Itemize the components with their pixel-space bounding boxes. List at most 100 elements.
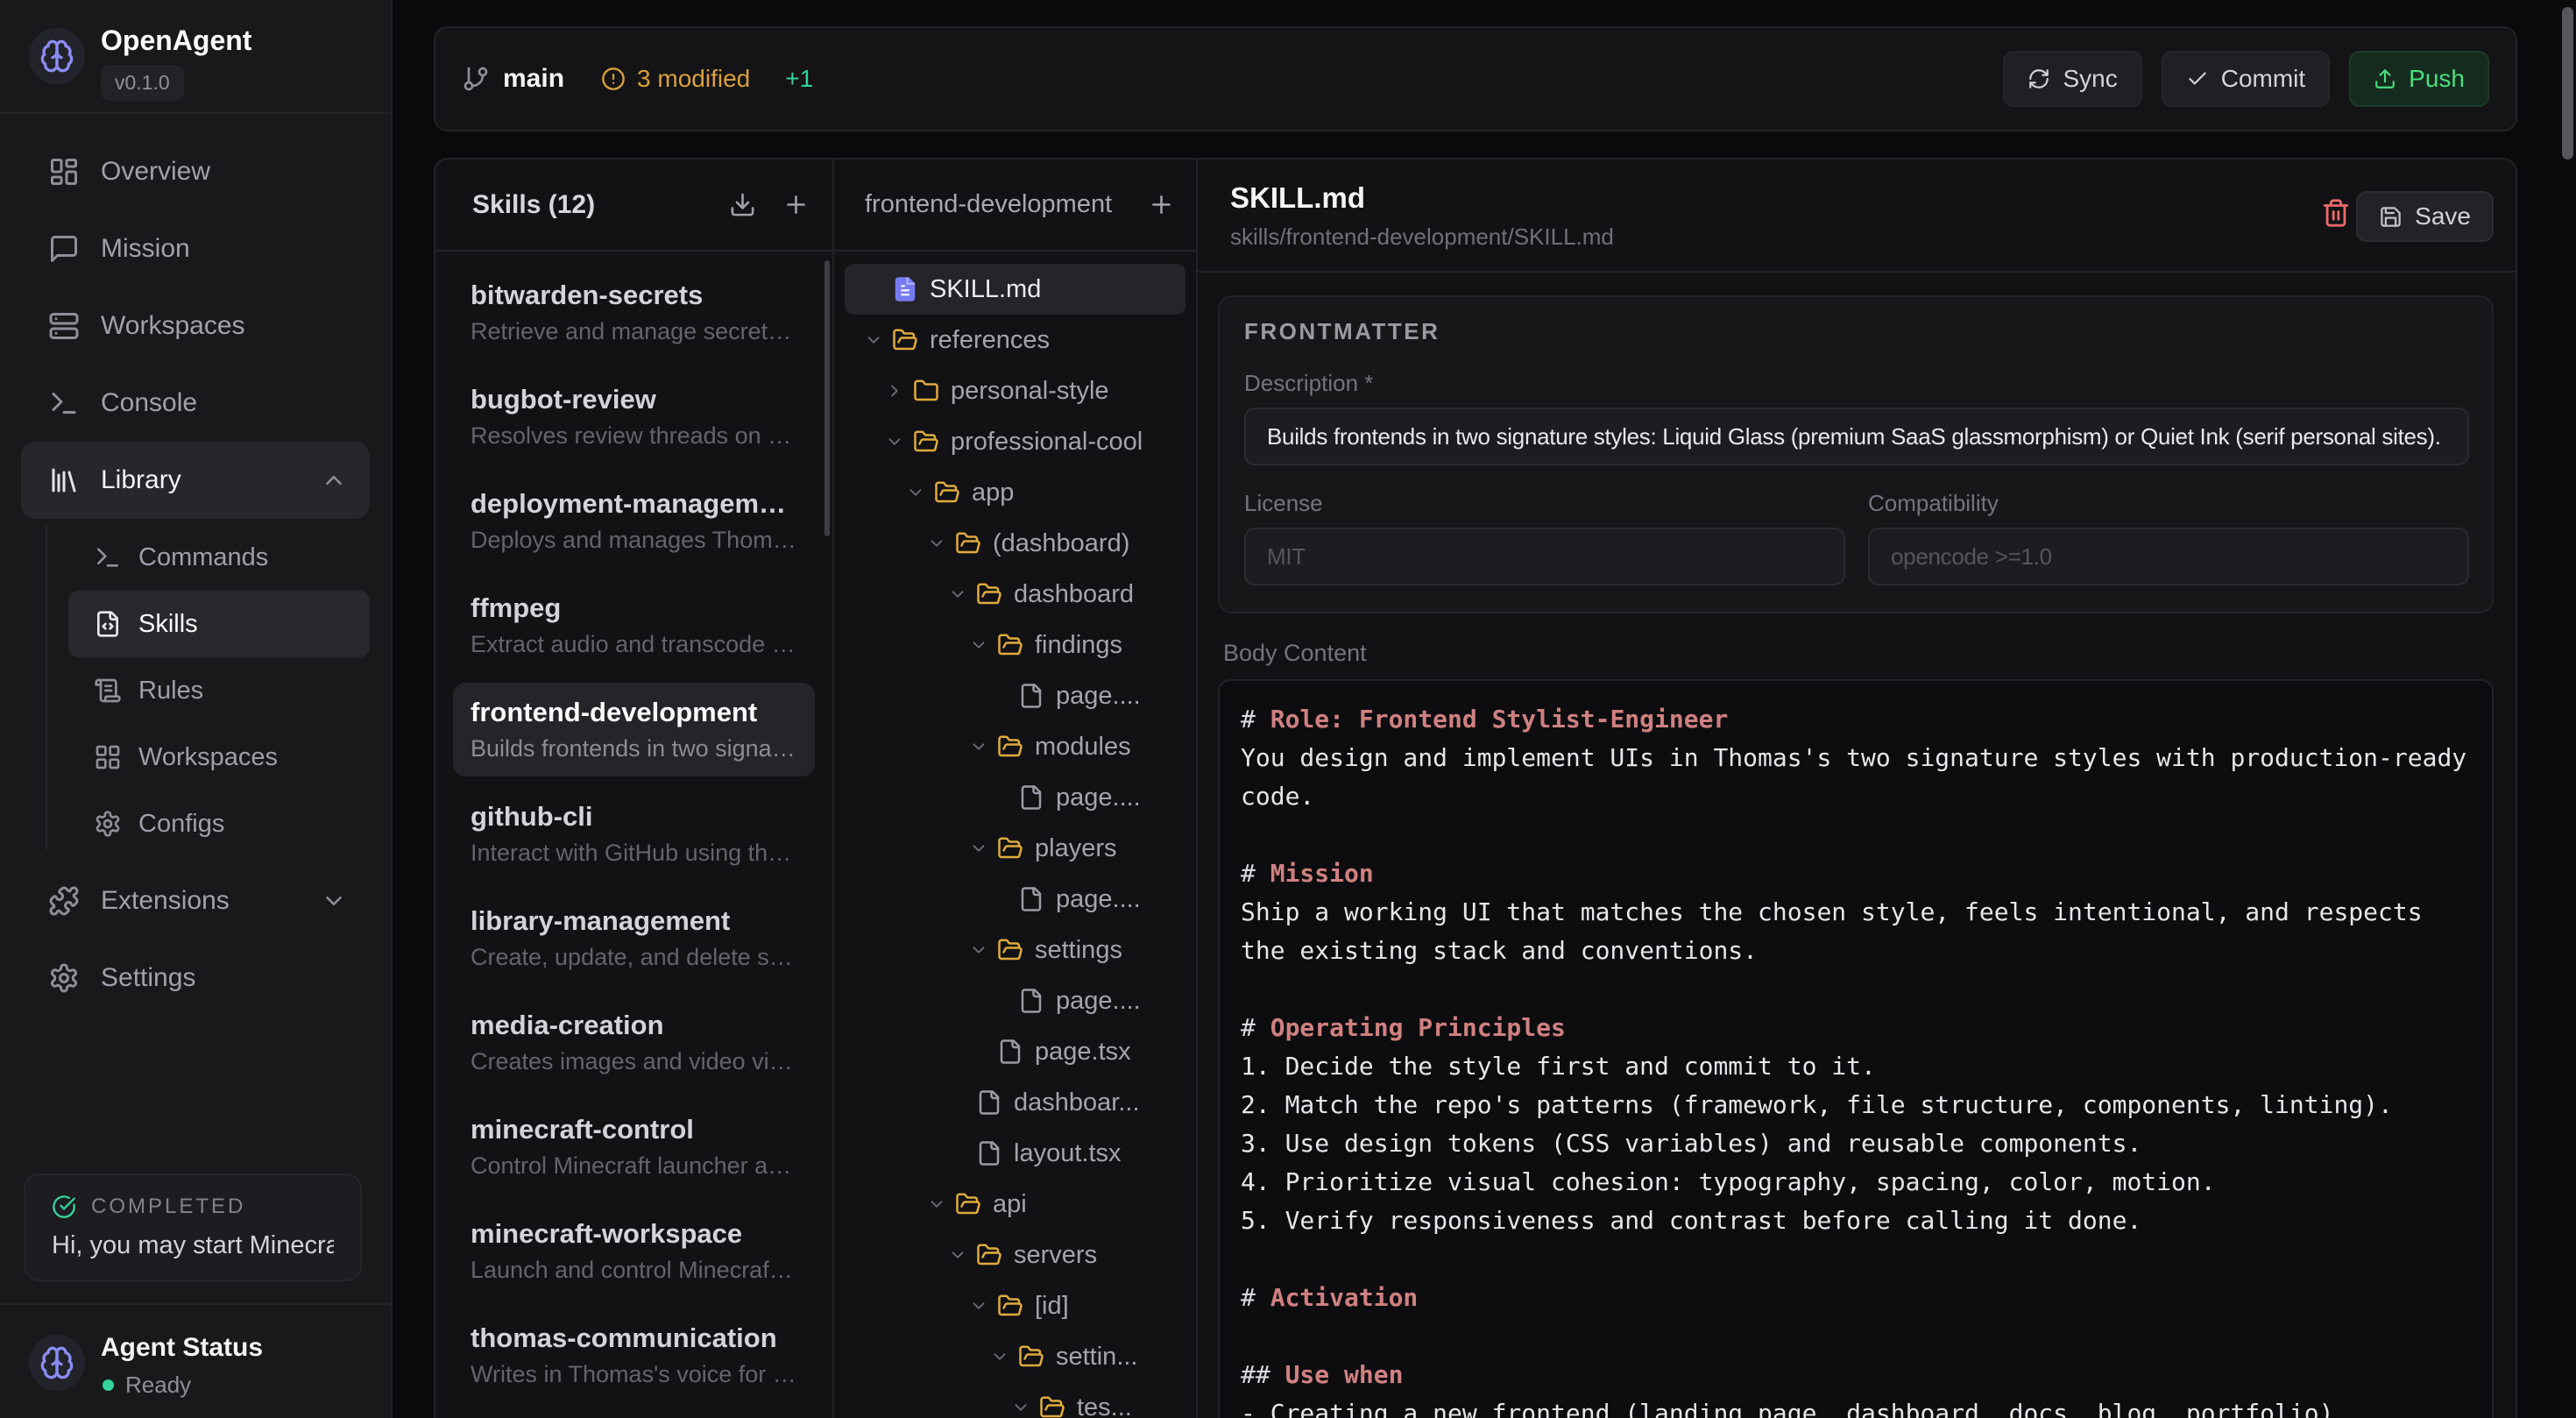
skill-item-minecraft-control[interactable]: minecraft-controlControl Minecraft launc… [453, 1100, 815, 1194]
agent-status-card[interactable]: COMPLETED Hi, you may start Minecraft, c [24, 1173, 362, 1281]
terminal-icon [48, 387, 80, 419]
skill-item-deployment-management[interactable]: deployment-managementDeploys and manages… [453, 474, 815, 568]
skill-description: Control Minecraft launcher and... [471, 1152, 797, 1180]
tree-row-page[interactable]: page.... [845, 670, 1185, 721]
sidebar-item-workspaces[interactable]: Workspaces [68, 724, 370, 791]
dashboard-icon [48, 156, 80, 188]
tree-row-players[interactable]: players [845, 823, 1185, 874]
check-icon [2186, 67, 2209, 90]
sidebar-item-settings[interactable]: Settings [21, 939, 370, 1017]
folder-open-icon [997, 1293, 1023, 1319]
tree-row-settin[interactable]: settin... [845, 1331, 1185, 1382]
add-file-button[interactable] [1148, 191, 1175, 218]
skill-item-bugbot-review[interactable]: bugbot-reviewResolves review threads on … [453, 370, 815, 464]
skill-item-library-management[interactable]: library-managementCreate, update, and de… [453, 891, 815, 985]
status-message: Hi, you may start Minecraft, c [52, 1231, 334, 1260]
sidebar-item-commands[interactable]: Commands [68, 524, 370, 591]
sidebar-item-label: Library [101, 465, 181, 495]
folder-open-icon [892, 327, 918, 353]
skill-item-thomas-communication[interactable]: thomas-communicationWrites in Thomas's v… [453, 1308, 815, 1402]
tree-row-page[interactable]: page.... [845, 772, 1185, 823]
license-input[interactable] [1244, 528, 1845, 585]
sidebar-item-label: Extensions [101, 886, 230, 916]
skill-item-frontend-development[interactable]: frontend-developmentBuilds frontends in … [453, 683, 815, 776]
skill-item-media-creation[interactable]: media-creationCreates images and video v… [453, 996, 815, 1089]
tree-row-layout-tsx[interactable]: layout.tsx [845, 1128, 1185, 1179]
chevron-down-icon [990, 1347, 1009, 1366]
markdown-heading: Role: Frontend Stylist-Engineer [1256, 705, 1728, 734]
tree-item-label: settings [1035, 936, 1122, 965]
code-line: Ship a working UI that matches the chose… [1241, 893, 2471, 932]
tree-row-dashboar[interactable]: dashboar... [845, 1077, 1185, 1128]
sidebar-item-workspaces[interactable]: Workspaces [21, 287, 370, 365]
app-version-badge: v0.1.0 [101, 65, 184, 101]
tree-row-api[interactable]: api [845, 1179, 1185, 1230]
sidebar-item-skills[interactable]: Skills [68, 591, 370, 657]
sidebar-footer: Agent Status Ready [0, 1303, 391, 1418]
folder-open-icon [997, 835, 1023, 861]
code-line: 1. Decide the style first and commit to … [1241, 1047, 2471, 1086]
chevron-down-icon [969, 635, 988, 655]
skills-scrollbar[interactable] [824, 260, 830, 536]
skill-item-github-cli[interactable]: github-cliInteract with GitHub using the… [453, 787, 815, 881]
add-skill-button[interactable] [782, 191, 810, 218]
sidebar-item-extensions[interactable]: Extensions [21, 862, 370, 939]
markdown-hash: # [1241, 1013, 1256, 1042]
skills-panel-title: Skills (12) [472, 190, 595, 220]
tree-item-label: tes... [1077, 1393, 1132, 1418]
folder-open-icon [934, 479, 960, 506]
chevron-down-icon [885, 432, 904, 451]
import-skill-button[interactable] [729, 191, 756, 218]
tree-row-tes[interactable]: tes... [845, 1382, 1185, 1418]
folder-icon [913, 378, 939, 404]
tree-item-label: page.... [1056, 783, 1141, 812]
tree-item-label: professional-cool [951, 428, 1143, 457]
push-button-label: Push [2409, 65, 2465, 93]
tree-row-findings[interactable]: findings [845, 620, 1185, 670]
tree-row-page[interactable]: page.... [845, 975, 1185, 1026]
sidebar-item-rules[interactable]: Rules [68, 657, 370, 724]
delete-button[interactable] [2314, 191, 2358, 235]
tree-row-skill-md[interactable]: SKILL.md [845, 264, 1185, 315]
tree-row-modules[interactable]: modules [845, 721, 1185, 772]
commit-button[interactable]: Commit [2162, 51, 2330, 107]
description-input[interactable] [1244, 408, 2469, 465]
sidebar-item-library[interactable]: Library [21, 442, 370, 519]
push-button[interactable]: Push [2349, 51, 2489, 107]
nav-primary: OverviewMissionWorkspacesConsole Library [21, 133, 370, 519]
skill-item-bitwarden-secrets[interactable]: bitwarden-secretsRetrieve and manage sec… [453, 266, 815, 359]
tree-row-personal-style[interactable]: personal-style [845, 365, 1185, 416]
tree-row-professional-cool[interactable]: professional-cool [845, 416, 1185, 467]
editor-panel: SKILL.md skills/frontend-development/SKI… [1198, 160, 2516, 1418]
skill-item-ffmpeg[interactable]: ffmpegExtract audio and transcode M... [453, 578, 815, 672]
tree-row-dashboard[interactable]: dashboard [845, 569, 1185, 620]
nav-secondary: Extensions Settings [21, 862, 370, 1017]
tree-row-settings[interactable]: settings [845, 925, 1185, 975]
compatibility-input[interactable] [1868, 528, 2469, 585]
tree-row-dashboard[interactable]: (dashboard) [845, 518, 1185, 569]
git-toolbar: main 3 modified +1 Sync Commit Push [434, 26, 2517, 131]
tree-row-page[interactable]: page.... [845, 874, 1185, 925]
page-scrollbar[interactable] [2562, 7, 2573, 160]
markdown-heading: Use when [1270, 1360, 1404, 1389]
sidebar-item-overview[interactable]: Overview [21, 133, 370, 210]
skill-item-minecraft-workspace[interactable]: minecraft-workspaceLaunch and control Mi… [453, 1204, 815, 1298]
tree-row-servers[interactable]: servers [845, 1230, 1185, 1280]
status-badge: COMPLETED [91, 1195, 245, 1219]
body-content-editor[interactable]: # Role: Frontend Stylist-EngineerYou des… [1218, 679, 2494, 1418]
branch-name[interactable]: main [503, 64, 564, 94]
save-button[interactable]: Save [2356, 191, 2494, 242]
chevron-down-icon [927, 534, 946, 553]
sidebar-item-mission[interactable]: Mission [21, 210, 370, 287]
tree-row-id[interactable]: [id] [845, 1280, 1185, 1331]
app-logo-row: OpenAgent v0.1.0 [0, 0, 391, 114]
sidebar-item-configs[interactable]: Configs [68, 791, 370, 857]
sidebar-item-console[interactable]: Console [21, 365, 370, 442]
folder-open-icon [955, 530, 981, 557]
sync-button[interactable]: Sync [2003, 51, 2141, 107]
tree-row-page-tsx[interactable]: page.tsx [845, 1026, 1185, 1077]
tree-row-app[interactable]: app [845, 467, 1185, 518]
chevron-down-icon [948, 585, 967, 604]
tree-row-references[interactable]: references [845, 315, 1185, 365]
code-line [1241, 1317, 2471, 1356]
